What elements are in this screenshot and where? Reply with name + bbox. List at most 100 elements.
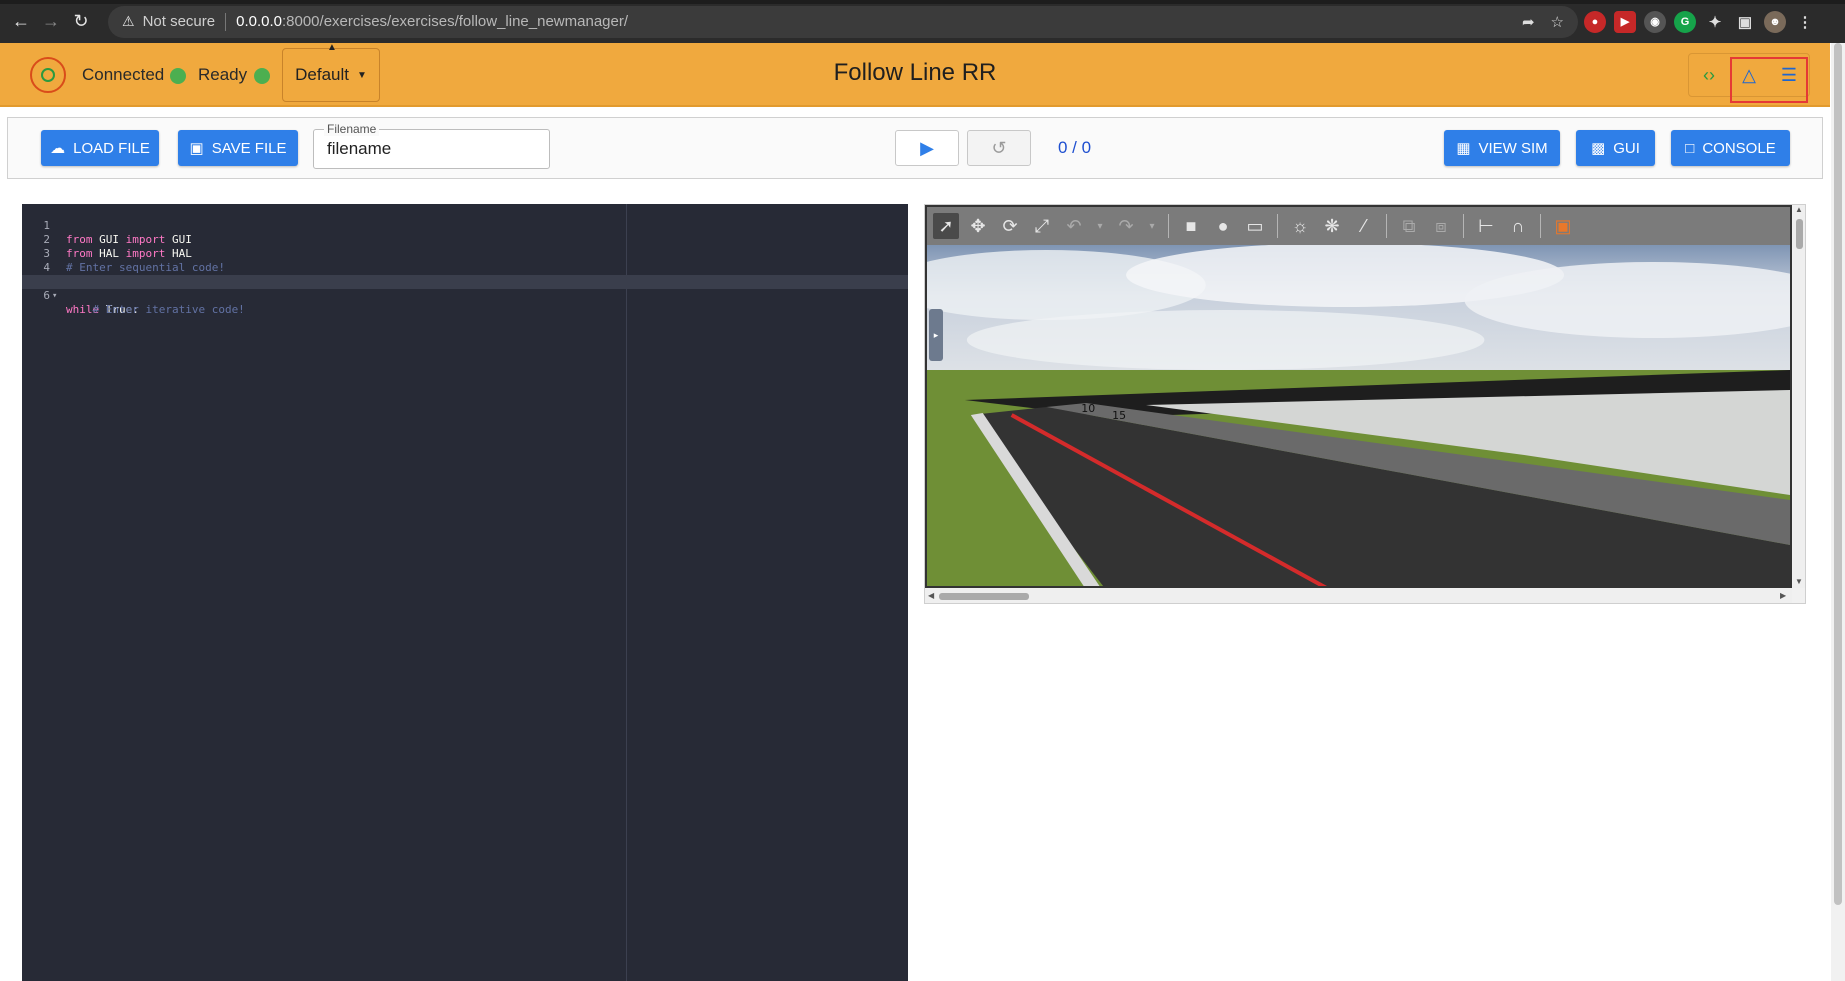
box-shape-icon[interactable]: ■ bbox=[1178, 213, 1204, 239]
load-file-label: LOAD FILE bbox=[73, 139, 150, 157]
translate-icon[interactable]: ✥ bbox=[965, 213, 991, 239]
sphere-shape-icon[interactable]: ● bbox=[1210, 213, 1236, 239]
scroll-up-icon[interactable]: ▲ bbox=[1795, 205, 1803, 214]
copy-icon[interactable]: ⧉ bbox=[1396, 213, 1422, 239]
print-margin bbox=[626, 204, 627, 981]
highlight-box bbox=[1730, 57, 1808, 103]
track-marker-label: 15 bbox=[1112, 409, 1126, 422]
scroll-right-icon[interactable]: ▶ bbox=[1780, 591, 1786, 600]
gui-icon: ▩ bbox=[1591, 140, 1606, 157]
directional-light-icon[interactable]: ⁄ bbox=[1351, 213, 1377, 239]
forward-icon[interactable]: → bbox=[36, 7, 66, 37]
line-number: 6 bbox=[43, 289, 50, 302]
gui-button[interactable]: ▩ GUI bbox=[1576, 130, 1655, 166]
extension-owl-icon[interactable]: ◉ bbox=[1644, 10, 1666, 33]
toolbar-divider bbox=[1540, 214, 1541, 238]
view-sim-button[interactable]: ▦ VIEW SIM bbox=[1444, 130, 1560, 166]
play-button[interactable]: ▶ bbox=[895, 130, 959, 166]
code-line[interactable]: 5 ▾ while True: bbox=[22, 261, 908, 316]
terminal-icon: □ bbox=[1685, 139, 1695, 157]
save-file-label: SAVE FILE bbox=[211, 139, 287, 157]
undo-icon[interactable]: ↶ bbox=[1061, 213, 1087, 239]
browser-menu-icon[interactable]: ⋮ bbox=[1794, 11, 1816, 33]
reload-icon[interactable]: ↻ bbox=[66, 7, 96, 37]
profile-avatar[interactable]: ☻ bbox=[1764, 10, 1786, 33]
code-line[interactable]: 1 from GUI import GUI bbox=[22, 205, 908, 246]
save-file-button[interactable]: ▣ SAVE FILE bbox=[178, 130, 298, 166]
image-icon: ▦ bbox=[1456, 140, 1471, 157]
app-header: Connected Ready ▲ Default ▼ Follow Line … bbox=[0, 42, 1830, 107]
view-angle-icon[interactable]: ▣ bbox=[1550, 213, 1576, 239]
control-toolbar: ☁ LOAD FILE ▣ SAVE FILE Filename ▶ ↺ 0 /… bbox=[7, 117, 1823, 179]
filename-input[interactable] bbox=[314, 130, 549, 168]
scroll-left-icon[interactable]: ◀ bbox=[928, 591, 934, 600]
select-arrow-icon[interactable]: ➚ bbox=[933, 213, 959, 239]
grammarly-icon[interactable]: G bbox=[1674, 10, 1696, 33]
save-icon: ▣ bbox=[189, 140, 204, 157]
gui-label: GUI bbox=[1613, 139, 1640, 157]
extensions-puzzle-icon[interactable]: ✦ bbox=[1704, 11, 1726, 33]
track-marker-label: 10 bbox=[1081, 402, 1095, 415]
warning-icon: ⚠ bbox=[122, 13, 135, 29]
toolbar-divider bbox=[1277, 214, 1278, 238]
gazebo-toolbar: ➚ ✥ ⟳ ⤢ ↶ ▾ ↷ ▾ ■ ● ▭ ☼ ❋ ⁄ ⧉ ⧈ ⊢ ∩ ▣ bbox=[927, 207, 1790, 245]
cloud-upload-icon: ☁ bbox=[50, 140, 66, 157]
page-scrollbar[interactable] bbox=[1831, 43, 1845, 981]
scale-icon[interactable]: ⤢ bbox=[1029, 213, 1055, 239]
filename-field[interactable]: Filename bbox=[313, 122, 550, 169]
console-button[interactable]: □ CONSOLE bbox=[1671, 130, 1790, 166]
code-icon[interactable]: ‹› bbox=[1689, 55, 1729, 95]
page-scroll-thumb[interactable] bbox=[1834, 43, 1842, 905]
align-icon[interactable]: ⊢ bbox=[1473, 213, 1499, 239]
fold-arrow-icon[interactable]: ▾ bbox=[52, 289, 57, 303]
security-status: Not secure bbox=[142, 13, 216, 30]
side-panel-handle[interactable]: ▸ bbox=[929, 309, 943, 361]
rotate-icon[interactable]: ⟳ bbox=[997, 213, 1023, 239]
horizontal-scroll-thumb[interactable] bbox=[939, 593, 1029, 600]
back-icon[interactable]: ← bbox=[6, 7, 36, 37]
caret-up-icon: ▲ bbox=[327, 42, 337, 53]
url-host: 0.0.0.0 bbox=[236, 13, 282, 30]
track-scene: 10 15 bbox=[927, 245, 1790, 586]
redo-icon[interactable]: ↷ bbox=[1113, 213, 1139, 239]
bookmark-star-icon[interactable]: ☆ bbox=[1551, 13, 1564, 31]
viewer-horizontal-scrollbar[interactable]: ◀ ▶ bbox=[925, 589, 1792, 603]
browser-tab-strip bbox=[0, 0, 1845, 4]
code-comment: # Enter iterative code! bbox=[66, 303, 245, 316]
browser-toolbar: ← → ↻ ⚠ Not secure 0.0.0.0 :8000/exercis… bbox=[0, 0, 1845, 43]
console-label: CONSOLE bbox=[1702, 139, 1776, 157]
code-line[interactable]: 4 bbox=[22, 247, 908, 274]
magnet-icon[interactable]: ∩ bbox=[1505, 213, 1531, 239]
toolbar-divider bbox=[1386, 214, 1387, 238]
view-sim-label: VIEW SIM bbox=[1478, 139, 1548, 157]
page-title: Follow Line RR bbox=[833, 59, 997, 86]
omnibox-divider bbox=[225, 12, 227, 31]
point-light-icon[interactable]: ☼ bbox=[1287, 213, 1313, 239]
step-counter: 0 / 0 bbox=[1058, 138, 1092, 157]
extension-red-icon[interactable]: ● bbox=[1584, 10, 1606, 33]
toolbar-divider bbox=[1463, 214, 1464, 238]
vertical-scroll-thumb[interactable] bbox=[1796, 219, 1803, 249]
toolbar-divider bbox=[1168, 214, 1169, 238]
address-bar[interactable]: ⚠ Not secure 0.0.0.0 :8000/exercises/exe… bbox=[108, 5, 1578, 38]
side-panel-icon[interactable]: ▣ bbox=[1734, 11, 1756, 33]
cloud bbox=[966, 310, 1485, 370]
code-line-active[interactable]: 6 # Enter iterative code! bbox=[22, 275, 908, 316]
viewer-vertical-scrollbar[interactable]: ▲ ▼ bbox=[1793, 205, 1805, 588]
code-line[interactable]: 3 # Enter sequential code! bbox=[22, 233, 908, 274]
cylinder-shape-icon[interactable]: ▭ bbox=[1242, 213, 1268, 239]
gazebo-viewport[interactable]: ➚ ✥ ⟳ ⤢ ↶ ▾ ↷ ▾ ■ ● ▭ ☼ ❋ ⁄ ⧉ ⧈ ⊢ ∩ ▣ 10… bbox=[925, 205, 1792, 588]
simulator-panel: ➚ ✥ ⟳ ⤢ ↶ ▾ ↷ ▾ ■ ● ▭ ☼ ❋ ⁄ ⧉ ⧈ ⊢ ∩ ▣ 10… bbox=[924, 204, 1806, 604]
url-path: :8000/exercises/exercises/follow_line_ne… bbox=[281, 13, 629, 30]
code-editor[interactable]: 1 from GUI import GUI 2 from HAL import … bbox=[22, 204, 908, 981]
reset-button[interactable]: ↺ bbox=[967, 130, 1031, 166]
code-line[interactable]: 2 from HAL import HAL bbox=[22, 219, 908, 260]
redo-dropdown-icon[interactable]: ▾ bbox=[1145, 213, 1159, 239]
share-icon[interactable]: ➦ bbox=[1522, 13, 1535, 31]
undo-dropdown-icon[interactable]: ▾ bbox=[1093, 213, 1107, 239]
load-file-button[interactable]: ☁ LOAD FILE bbox=[41, 130, 159, 166]
scroll-down-icon[interactable]: ▼ bbox=[1795, 577, 1803, 586]
spot-light-icon[interactable]: ❋ bbox=[1319, 213, 1345, 239]
extension-video-icon[interactable]: ▶ bbox=[1614, 10, 1636, 33]
paste-icon[interactable]: ⧈ bbox=[1428, 213, 1454, 239]
